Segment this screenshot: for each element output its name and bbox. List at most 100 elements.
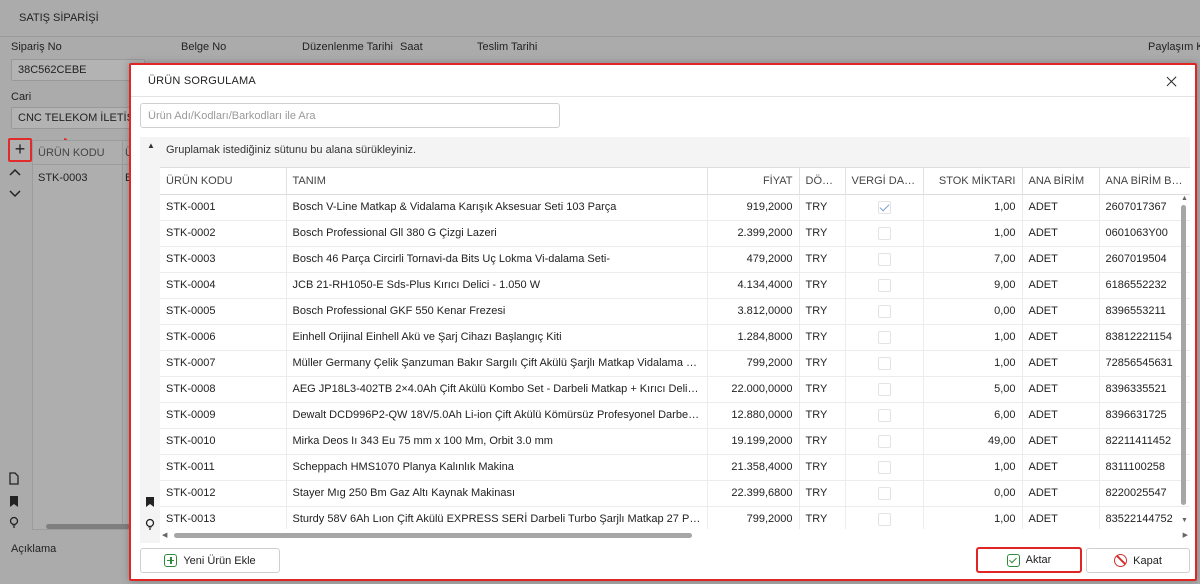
cell-main-unit-barcode[interactable]: 2607017367 bbox=[1099, 194, 1190, 221]
cell-tax-included[interactable] bbox=[845, 220, 924, 247]
cell-main-unit[interactable]: ADET bbox=[1022, 272, 1100, 299]
cell-price[interactable]: 919,2000 bbox=[707, 194, 800, 221]
cell-main-unit-barcode[interactable]: 8311100258 bbox=[1099, 454, 1190, 481]
cell-stock-quantity[interactable]: 1,00 bbox=[923, 194, 1023, 221]
cell-price[interactable]: 1.284,8000 bbox=[707, 324, 800, 351]
cell-description[interactable]: Bosch Professional GKF 550 Kenar Frezesi bbox=[286, 298, 708, 325]
column-header-stock-quantity[interactable]: STOK MİKTARI bbox=[923, 168, 1023, 195]
scroll-right-icon[interactable]: ▶ bbox=[1183, 531, 1188, 539]
cell-currency[interactable]: TRY bbox=[799, 220, 846, 247]
cell-price[interactable]: 799,2000 bbox=[707, 506, 800, 529]
tax-included-checkbox[interactable] bbox=[877, 304, 891, 318]
column-header-price[interactable]: FİYAT bbox=[707, 168, 800, 195]
cell-tax-included[interactable] bbox=[845, 272, 924, 299]
cell-product-code[interactable]: STK-0006 bbox=[160, 324, 287, 351]
column-header-product-code[interactable]: ÜRÜN KODU bbox=[38, 147, 105, 159]
cell-main-unit-barcode[interactable]: 72856545631 bbox=[1099, 350, 1190, 377]
cell-currency[interactable]: TRY bbox=[799, 506, 846, 529]
table-row[interactable]: STK-0003 Bosch 46 Parça Circirli Tornavi-… bbox=[160, 246, 1190, 273]
grid-horizontal-scrollbar[interactable]: ◀ ▶ bbox=[160, 531, 1190, 539]
column-header-main-unit-barcode[interactable]: ANA BİRİM BARKODU bbox=[1099, 168, 1190, 195]
cell-tax-included[interactable] bbox=[845, 350, 924, 377]
table-row[interactable]: STK-0001 Bosch V-Line Matkap & Vidalama K… bbox=[160, 194, 1190, 221]
group-by-drop-area[interactable]: Gruplamak istediğiniz sütunu bu alana sü… bbox=[160, 137, 1190, 167]
grid-vertical-scrollbar[interactable]: ▲ ▼ bbox=[1181, 195, 1188, 525]
cell-description[interactable]: Bosch V-Line Matkap & Vidalama Karışık A… bbox=[286, 194, 708, 221]
cell-currency[interactable]: TRY bbox=[799, 428, 846, 455]
close-icon[interactable] bbox=[1163, 73, 1181, 91]
table-row[interactable]: STK-0008 AEG JP18L3-402TB 2×4.0Ah Çift Ak… bbox=[160, 376, 1190, 403]
cell-tax-included[interactable] bbox=[845, 376, 924, 403]
cell-main-unit[interactable]: ADET bbox=[1022, 454, 1100, 481]
cell-stock-quantity[interactable]: 1,00 bbox=[923, 506, 1023, 529]
cell-description[interactable]: Stayer Mıg 250 Bm Gaz Altı Kaynak Makina… bbox=[286, 480, 708, 507]
tax-included-checkbox[interactable] bbox=[877, 460, 891, 474]
table-row[interactable]: STK-0010 Mirka Deos Iı 343 Eu 75 mm x 100… bbox=[160, 428, 1190, 455]
table-row[interactable]: STK-0011 Scheppach HMS1070 Planya Kalınlı… bbox=[160, 454, 1190, 481]
cell-description[interactable]: Bosch Professional Gll 380 G Çizgi Lazer… bbox=[286, 220, 708, 247]
collapse-up-icon[interactable]: ▲ bbox=[147, 141, 155, 150]
column-header-tax-included[interactable]: VERGİ DAHİL bbox=[845, 168, 924, 195]
cell-price[interactable]: 2.399,2000 bbox=[707, 220, 800, 247]
cell-description[interactable]: Müller Germany Çelik Şanzuman Bakır Sarg… bbox=[286, 350, 708, 377]
horizontal-scroll-thumb[interactable] bbox=[174, 533, 692, 538]
cell-stock-quantity[interactable]: 0,00 bbox=[923, 480, 1023, 507]
cell-currency[interactable]: TRY bbox=[799, 324, 846, 351]
column-header-currency[interactable]: DÖVİZ bbox=[799, 168, 846, 195]
cell-description[interactable]: Scheppach HMS1070 Planya Kalınlık Makina bbox=[286, 454, 708, 481]
cell-currency[interactable]: TRY bbox=[799, 298, 846, 325]
document-icon[interactable] bbox=[8, 472, 20, 485]
new-product-button[interactable]: Yeni Ürün Ekle bbox=[140, 548, 280, 573]
bookmark-icon[interactable] bbox=[145, 496, 155, 508]
add-line-button[interactable]: + bbox=[8, 138, 32, 162]
cell-currency[interactable]: TRY bbox=[799, 376, 846, 403]
cell-main-unit-barcode[interactable]: 83522144752 bbox=[1099, 506, 1190, 529]
bookmark-icon[interactable] bbox=[8, 495, 20, 508]
table-row[interactable]: STK-0006 Einhell Orijinal Einhell Akü ve … bbox=[160, 324, 1190, 351]
chevron-down-icon[interactable] bbox=[8, 189, 22, 199]
cell-stock-quantity[interactable]: 7,00 bbox=[923, 246, 1023, 273]
cell-stock-quantity[interactable]: 5,00 bbox=[923, 376, 1023, 403]
tax-included-checkbox[interactable] bbox=[877, 356, 891, 370]
column-header-product-code[interactable]: ÜRÜN KODU bbox=[160, 168, 287, 195]
cell-product-code[interactable]: STK-0009 bbox=[160, 402, 287, 429]
cell-main-unit-barcode[interactable]: 8396631725 bbox=[1099, 402, 1190, 429]
cell-description[interactable]: Bosch 46 Parça Circirli Tornavi-da Bits … bbox=[286, 246, 708, 273]
cell-product-code[interactable]: STK-0008 bbox=[160, 376, 287, 403]
cell-currency[interactable]: TRY bbox=[799, 480, 846, 507]
cell-currency[interactable]: TRY bbox=[799, 194, 846, 221]
cell-main-unit-barcode[interactable]: 0601063Y00 bbox=[1099, 220, 1190, 247]
lightbulb-icon[interactable] bbox=[8, 516, 20, 529]
cell-description[interactable]: AEG JP18L3-402TB 2×4.0Ah Çift Akülü Komb… bbox=[286, 376, 708, 403]
chevron-up-icon[interactable] bbox=[8, 167, 22, 177]
order-no-field[interactable]: 38C562CEBE bbox=[11, 59, 145, 81]
cell-main-unit[interactable]: ADET bbox=[1022, 220, 1100, 247]
cell-product-code[interactable]: STK-0011 bbox=[160, 454, 287, 481]
product-search-input[interactable] bbox=[140, 103, 560, 128]
cell-tax-included[interactable] bbox=[845, 194, 924, 221]
cell-tax-included[interactable] bbox=[845, 246, 924, 273]
cell-main-unit[interactable]: ADET bbox=[1022, 376, 1100, 403]
cell-tax-included[interactable] bbox=[845, 428, 924, 455]
cell-tax-included[interactable] bbox=[845, 298, 924, 325]
tax-included-checkbox[interactable] bbox=[877, 226, 891, 240]
cell-main-unit[interactable]: ADET bbox=[1022, 324, 1100, 351]
cell-price[interactable]: 12.880,0000 bbox=[707, 402, 800, 429]
cell-price[interactable]: 4.134,4000 bbox=[707, 272, 800, 299]
cell-main-unit-barcode[interactable]: 82211411452 bbox=[1099, 428, 1190, 455]
scroll-left-icon[interactable]: ◀ bbox=[162, 531, 167, 539]
cell-stock-quantity[interactable]: 0,00 bbox=[923, 298, 1023, 325]
cell-price[interactable]: 21.358,4000 bbox=[707, 454, 800, 481]
table-row[interactable]: STK-0013 Sturdy 58V 6Ah Lıon Çift Akülü E… bbox=[160, 506, 1190, 529]
tax-included-checkbox[interactable] bbox=[877, 434, 891, 448]
cell-currency[interactable]: TRY bbox=[799, 350, 846, 377]
tax-included-checkbox[interactable] bbox=[877, 252, 891, 266]
cell-stock-quantity[interactable]: 1,00 bbox=[923, 220, 1023, 247]
tax-included-checkbox[interactable] bbox=[877, 200, 891, 214]
cell-main-unit[interactable]: ADET bbox=[1022, 350, 1100, 377]
cell-tax-included[interactable] bbox=[845, 324, 924, 351]
cell-tax-included[interactable] bbox=[845, 480, 924, 507]
table-row[interactable]: STK-0012 Stayer Mıg 250 Bm Gaz Altı Kayna… bbox=[160, 480, 1190, 507]
cell-price[interactable]: 799,2000 bbox=[707, 350, 800, 377]
line-product-code[interactable]: STK-0003 bbox=[38, 172, 88, 184]
